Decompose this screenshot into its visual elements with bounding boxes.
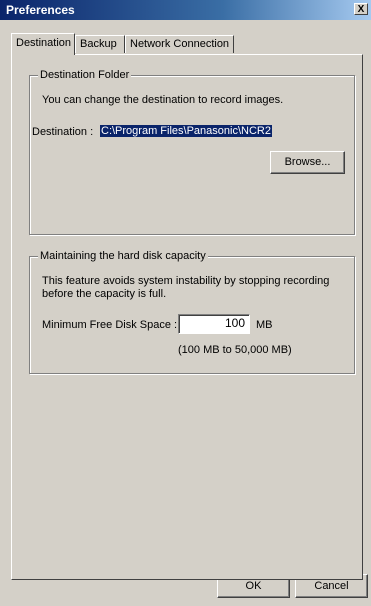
disk-description-line2: before the capacity is full. [42,288,167,300]
close-icon: X [357,4,365,15]
browse-button-label: Browse... [284,156,331,168]
tab-network-label: Network Connection [130,38,230,50]
tab-destination[interactable]: Destination [11,33,75,55]
tab-backup[interactable]: Backup [75,35,125,53]
destination-folder-legend: Destination Folder [38,69,132,81]
destination-label: Destination : [32,126,94,138]
window-title: Preferences [6,3,75,17]
preferences-dialog: Preferences X Destination Backup Network… [0,0,371,606]
tab-backup-label: Backup [80,38,117,50]
destination-folder-group: Destination Folder You can change the de… [29,69,355,235]
browse-button[interactable]: Browse... [270,151,345,174]
tab-network-connection[interactable]: Network Connection [125,35,234,53]
disk-capacity-group: Maintaining the hard disk capacity This … [29,250,355,374]
disk-capacity-legend: Maintaining the hard disk capacity [38,250,208,262]
tab-destination-label: Destination [16,37,72,49]
close-button[interactable]: X [354,3,368,15]
min-free-space-input[interactable]: 100 [178,314,250,334]
destination-description: You can change the destination to record… [42,94,284,106]
min-free-space-label: Minimum Free Disk Space : [42,319,178,331]
range-hint: (100 MB to 50,000 MB) [178,344,292,356]
tab-panel-destination: Destination Folder You can change the de… [11,54,363,580]
cancel-button-label: Cancel [314,580,349,592]
title-bar[interactable]: Preferences X [0,0,371,20]
min-free-space-unit: MB [256,319,273,331]
destination-path-field[interactable]: C:\Program Files\Panasonic\NCR2 [100,125,272,137]
disk-description-line1: This feature avoids system instability b… [42,275,330,287]
ok-button-label: OK [245,580,262,592]
